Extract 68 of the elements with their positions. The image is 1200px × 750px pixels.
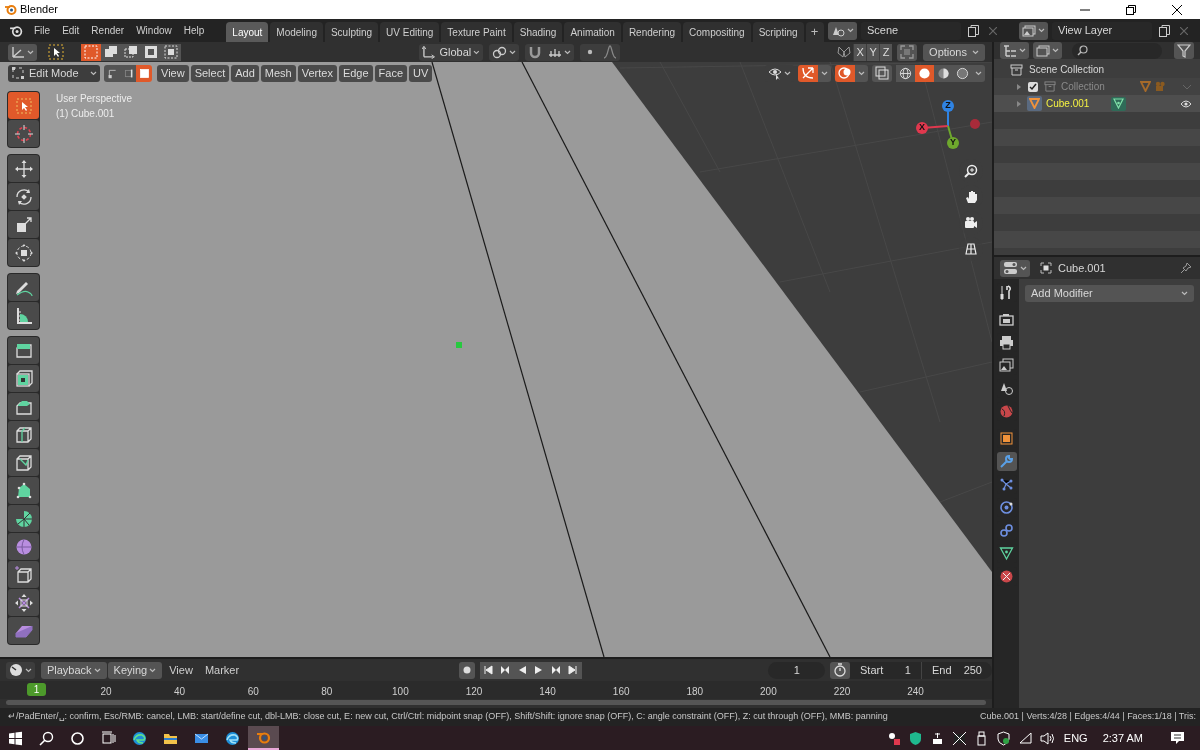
outliner-item[interactable]: Scene Collection: [1029, 62, 1105, 77]
workspace-tab[interactable]: Sculpting: [324, 22, 379, 42]
start-label: Start: [860, 662, 884, 678]
start-frame-field[interactable]: Start 1: [850, 661, 922, 679]
menu-button[interactable]: Marker: [198, 661, 246, 679]
outliner-item-label: Cube.001: [1046, 97, 1090, 111]
menu-button[interactable]: View: [163, 661, 199, 679]
end-value: 250: [963, 662, 982, 678]
menu-label: Keying: [113, 662, 148, 678]
menu-item[interactable]: File: [28, 20, 57, 41]
workspace-tab[interactable]: Scripting: [752, 22, 804, 42]
outliner-item-label: Collection: [1061, 80, 1105, 94]
mirror-axis-toggle[interactable]: Z: [879, 43, 893, 61]
object-name-label: Cube.001: [1058, 260, 1106, 276]
frame-number: 140: [539, 685, 556, 699]
clock[interactable]: 2:37 AM: [1102, 729, 1143, 747]
frame-number: 240: [907, 685, 924, 699]
menu-label: View: [169, 662, 193, 678]
frame-number: 40: [174, 685, 186, 699]
workspace-tab[interactable]: UV Editing: [380, 22, 440, 42]
workspace-tab[interactable]: Shading: [513, 22, 563, 42]
object-info-label: (1) Cube.001: [56, 107, 115, 121]
end-frame-field[interactable]: End 250: [922, 661, 992, 679]
workspace-tab[interactable]: Rendering: [622, 22, 682, 42]
menu-label: Marker: [204, 662, 240, 678]
options-dropdown[interactable]: Options: [923, 43, 985, 61]
add-modifier-dropdown[interactable]: Add Modifier: [1025, 285, 1194, 302]
playhead-frame-marker[interactable]: 1: [27, 683, 46, 696]
orientation-dropdown[interactable]: Global: [419, 43, 483, 61]
workspace-tab[interactable]: Layout: [226, 22, 269, 42]
mirror-axis-toggle[interactable]: X: [853, 43, 867, 61]
end-label: End: [932, 662, 952, 678]
menu-item[interactable]: Render: [85, 20, 131, 41]
view-name-label: User Perspective: [56, 92, 133, 106]
add-modifier-label: Add Modifier: [1031, 286, 1093, 302]
frame-number: 220: [833, 685, 851, 699]
window-title: Blender: [20, 2, 58, 18]
view-layer-field[interactable]: View Layer: [1052, 21, 1152, 40]
menu-item[interactable]: Window: [130, 20, 178, 41]
outliner-row[interactable]: Cube.001: [994, 95, 1200, 112]
frame-number: 20: [100, 685, 112, 699]
menu-button[interactable]: Playback: [40, 661, 107, 679]
mode-label: Edit Mode: [29, 65, 79, 81]
frame-number: 160: [612, 685, 630, 699]
add-workspace-button[interactable]: +: [805, 22, 824, 42]
menu-button[interactable]: Keying: [107, 661, 163, 679]
mirror-axis-toggle[interactable]: Y: [866, 43, 880, 61]
current-frame-field[interactable]: 1: [768, 661, 826, 679]
workspace-tab[interactable]: Texture Paint: [441, 22, 512, 42]
frame-number: 200: [760, 685, 777, 699]
frame-number: 180: [686, 685, 704, 699]
workspace-tab[interactable]: Compositing: [683, 22, 751, 42]
frame-number: 100: [392, 685, 409, 699]
menu-item[interactable]: Help: [177, 20, 211, 41]
frame-number: 120: [465, 685, 483, 699]
frame-number: 60: [247, 685, 259, 699]
language-indicator[interactable]: ENG: [1063, 729, 1088, 747]
workspace-tab[interactable]: Modeling: [270, 22, 323, 42]
orientation-label: Global: [439, 44, 472, 60]
menu-label: Playback: [46, 662, 92, 678]
scene-statistics: Cube.001 | Verts:4/28 | Edges:4/44 | Faces:1/18 | Tris:: [980, 710, 1197, 724]
menu-item[interactable]: Edit: [56, 20, 86, 41]
scene-field[interactable]: Scene: [861, 21, 961, 40]
options-label: Options: [929, 44, 967, 60]
status-hint: ↵/PadEnter/␣: confirm, Esc/RMB: cancel, LMB: start/define cut, dbl-LMB: close cut, E: new cut, Ctrl/Ctrl: midpoint snap (OFF), Shift/Shift: ignore snap (OFF), C: angle constraint (OFF), Z: cut through (OFF), MMB: panning: [7, 710, 888, 724]
workspace-tab[interactable]: Animation: [564, 22, 621, 42]
start-value: 1: [904, 662, 911, 678]
frame-number: 80: [321, 685, 333, 699]
